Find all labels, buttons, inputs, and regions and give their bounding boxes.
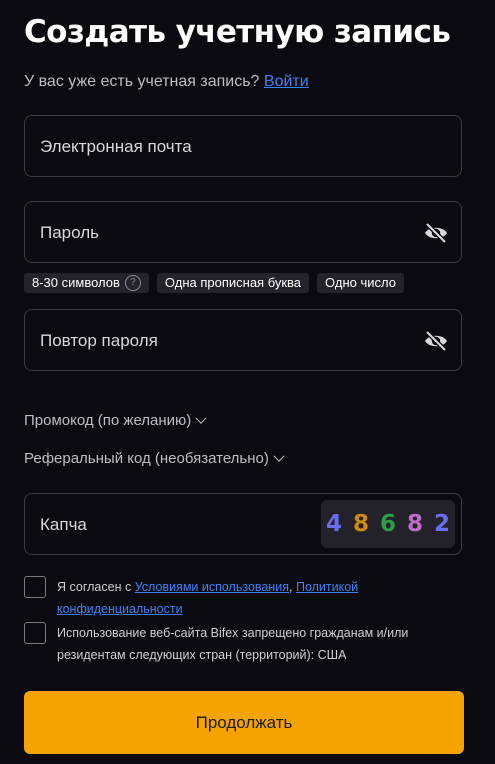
chevron-down-icon (195, 412, 207, 424)
chevron-down-icon (273, 450, 285, 462)
privacy-policy-link[interactable]: Политикой (296, 580, 358, 594)
password-rules: 8-30 символов ? Одна прописная буква Одн… (24, 273, 404, 293)
repeat-password-input[interactable] (38, 310, 402, 372)
help-icon[interactable]: ? (124, 275, 141, 291)
terms-separator: , (289, 580, 296, 594)
terms-of-use-link[interactable]: Условиями использования (135, 580, 289, 594)
eye-off-icon[interactable] (423, 329, 449, 353)
login-link[interactable]: Войти (264, 73, 309, 90)
terms-checkbox[interactable] (24, 576, 46, 598)
rule-length-chip: 8-30 символов ? (24, 273, 149, 293)
have-account-text: У вас уже есть учетная запись? (24, 73, 264, 90)
captcha-field[interactable]: 48682 (24, 493, 462, 556)
captcha-digit: 6 (379, 511, 396, 537)
promo-code-label: Промокод (по желанию) (24, 412, 192, 429)
have-account-line: У вас уже есть учетная запись? Войти (24, 73, 309, 91)
rule-length-label: 8-30 символов (32, 275, 120, 290)
referral-code-label: Реферальный код (необязательно) (24, 450, 269, 467)
captcha-digit: 4 (325, 511, 342, 537)
captcha-digit: 8 (352, 511, 369, 537)
rule-number-chip: Одно число (317, 273, 404, 293)
page-title: Создать учетную запись (24, 14, 451, 50)
promo-code-toggle[interactable]: Промокод (по желанию) (24, 412, 207, 429)
referral-code-toggle[interactable]: Реферальный код (необязательно) (24, 450, 285, 467)
password-input[interactable] (38, 202, 402, 264)
restriction-line-1: Использование веб-сайта Bifex запрещено … (57, 626, 409, 640)
eye-off-icon[interactable] (423, 221, 449, 245)
privacy-policy-link-continued[interactable]: конфиденциальности (57, 602, 183, 616)
password-field[interactable] (24, 201, 462, 264)
email-field[interactable] (24, 115, 462, 178)
captcha-digit: 2 (434, 511, 451, 537)
captcha-image[interactable]: 48682 (321, 500, 455, 548)
captcha-digit: 8 (407, 511, 424, 537)
email-input[interactable] (38, 116, 402, 178)
continue-button[interactable]: Продолжать (24, 691, 464, 754)
restriction-checkbox[interactable] (24, 622, 46, 644)
restriction-text: Использование веб-сайта Bifex запрещено … (57, 622, 457, 666)
restriction-line-2: резидентам следующих стран (территорий):… (57, 648, 347, 662)
terms-prefix: Я согласен с (57, 580, 135, 594)
terms-text: Я согласен с Условиями использования, По… (57, 576, 457, 620)
repeat-password-field[interactable] (24, 309, 462, 372)
rule-uppercase-chip: Одна прописная буква (156, 273, 310, 293)
